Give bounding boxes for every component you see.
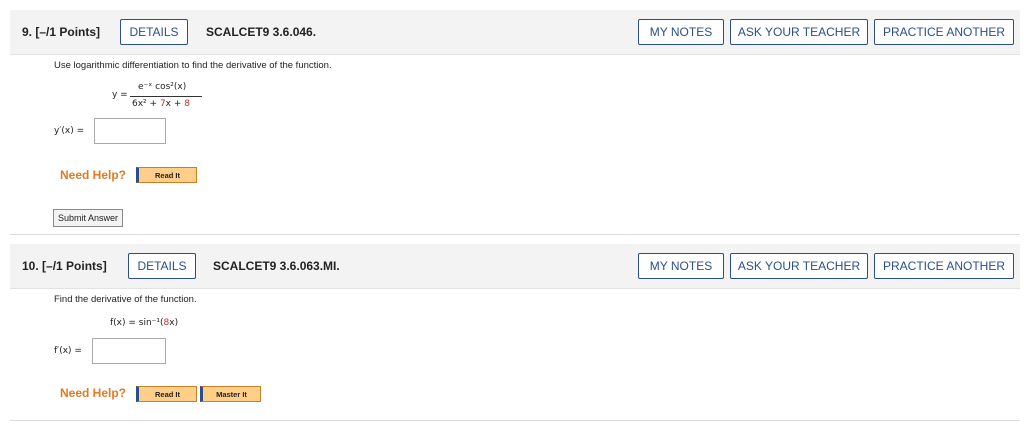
question-9-body: Use logarithmic differentiation to find …: [10, 54, 1020, 235]
function-definition: f(x) = sin⁻¹(8x): [110, 318, 178, 328]
master-it-button[interactable]: Master It: [200, 386, 261, 402]
equation-numerator: e⁻ˣ cos²(x): [138, 82, 187, 92]
submit-answer-button[interactable]: Submit Answer: [53, 209, 124, 227]
need-help-label: Need Help?: [60, 386, 127, 400]
ask-teacher-button[interactable]: ASK YOUR TEACHER: [730, 19, 868, 45]
equation-lhs: y =: [112, 90, 128, 100]
fraction-bar: [130, 96, 202, 97]
my-notes-button[interactable]: MY NOTES: [638, 253, 724, 279]
question-9-header: 9. [–/1 Points] DETAILS SCALCET9 3.6.046…: [10, 10, 1020, 55]
denominator-const: 8: [184, 99, 190, 109]
denominator-part: x +: [165, 99, 185, 109]
question-prompt: Use logarithmic differentiation to find …: [54, 60, 332, 71]
function-part: f(x) = sin⁻¹(: [110, 318, 164, 328]
points-label: [–/1 Points]: [42, 259, 107, 273]
read-it-button[interactable]: Read It: [136, 167, 197, 183]
details-button[interactable]: DETAILS: [128, 253, 196, 279]
question-number: 10. [–/1 Points]: [22, 259, 107, 273]
question-code: SCALCET9 3.6.063.MI.: [213, 259, 340, 273]
my-notes-button[interactable]: MY NOTES: [638, 19, 724, 45]
read-it-button[interactable]: Read It: [136, 386, 197, 402]
details-button[interactable]: DETAILS: [120, 19, 188, 45]
question-number: 9. [–/1 Points]: [22, 25, 100, 39]
question-code: SCALCET9 3.6.046.: [206, 25, 317, 39]
equation-denominator: 6x² + 7x + 8: [132, 99, 190, 109]
question-10-body: Find the derivative of the function. f(x…: [10, 288, 1020, 421]
question-prompt: Find the derivative of the function.: [54, 294, 197, 305]
practice-another-button[interactable]: PRACTICE ANOTHER: [874, 253, 1014, 279]
question-number-text: 10.: [22, 259, 39, 273]
practice-another-button[interactable]: PRACTICE ANOTHER: [874, 19, 1014, 45]
need-help-label: Need Help?: [60, 168, 127, 182]
answer-input[interactable]: [92, 338, 166, 364]
function-part: x): [169, 318, 179, 328]
answer-label: y′(x) =: [54, 126, 85, 136]
answer-label: f′(x) =: [54, 346, 82, 356]
points-label: [–/1 Points]: [35, 25, 101, 39]
denominator-part: 6x² +: [132, 99, 160, 109]
answer-input[interactable]: [94, 118, 166, 144]
question-number-text: 9.: [22, 25, 33, 39]
ask-teacher-button[interactable]: ASK YOUR TEACHER: [730, 253, 868, 279]
question-10-header: 10. [–/1 Points] DETAILS SCALCET9 3.6.06…: [10, 244, 1020, 289]
